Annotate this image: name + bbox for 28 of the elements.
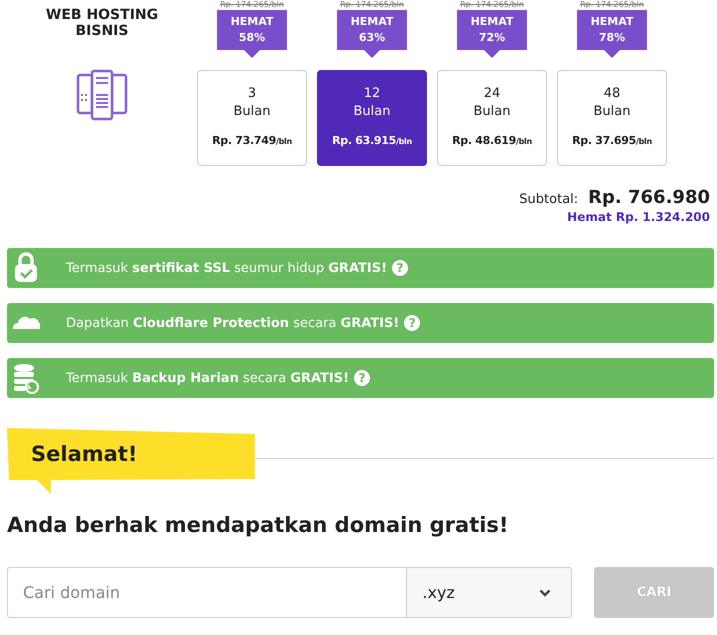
plan-option[interactable]: 3 Bulan Rp. 73.749/bln xyxy=(197,70,307,166)
domain-heading: Anda berhak mendapatkan domain gratis! xyxy=(7,513,510,537)
feature-text: Dapatkan Cloudflare Protection secara GRATIS! xyxy=(66,316,400,330)
tld-dropdown[interactable]: .xyz xyxy=(407,567,572,618)
discount-badge: HEMAT 58% xyxy=(217,10,287,58)
subtotal-value: Rp. 766.980 xyxy=(588,187,710,208)
old-price: Rp. 174.265/bln xyxy=(220,0,284,10)
discount-badge: HEMAT 63% xyxy=(337,10,407,58)
lock-icon xyxy=(12,251,40,285)
product-title: WEB HOSTING BISNIS xyxy=(44,7,160,39)
cloud-icon xyxy=(12,316,40,330)
discount-badge: HEMAT 72% xyxy=(457,10,527,58)
feature-text: Termasuk sertifikat SSL seumur hidup GRATIS! xyxy=(66,260,387,276)
old-price: Rp. 174.265/bln xyxy=(580,0,644,10)
plan-option[interactable]: 24 Bulan Rp. 48.619/bln xyxy=(437,70,547,166)
chevron-down-icon xyxy=(539,588,552,596)
discount-badge: HEMAT 78% xyxy=(577,10,647,58)
server-icon xyxy=(76,69,128,121)
domain-search-field[interactable]: Cari domain xyxy=(7,567,408,618)
feature-text: Termasuk Backup Harian secara GRATIS! xyxy=(66,370,350,386)
old-price: Rp. 174.265/bln xyxy=(340,0,404,10)
plan-option[interactable]: 12 Bulan Rp. 63.915/bln xyxy=(317,70,427,166)
database-icon xyxy=(12,361,40,395)
subtotal-label: Subtotal: xyxy=(519,192,578,207)
plan-option[interactable]: 48 Bulan Rp. 37.695/bln xyxy=(557,70,667,166)
savings-text: Hemat Rp. 1.324.200 xyxy=(566,210,710,224)
old-price: Rp. 174.265/bln xyxy=(460,0,524,10)
congrats-ribbon: Selamat! xyxy=(7,428,255,496)
